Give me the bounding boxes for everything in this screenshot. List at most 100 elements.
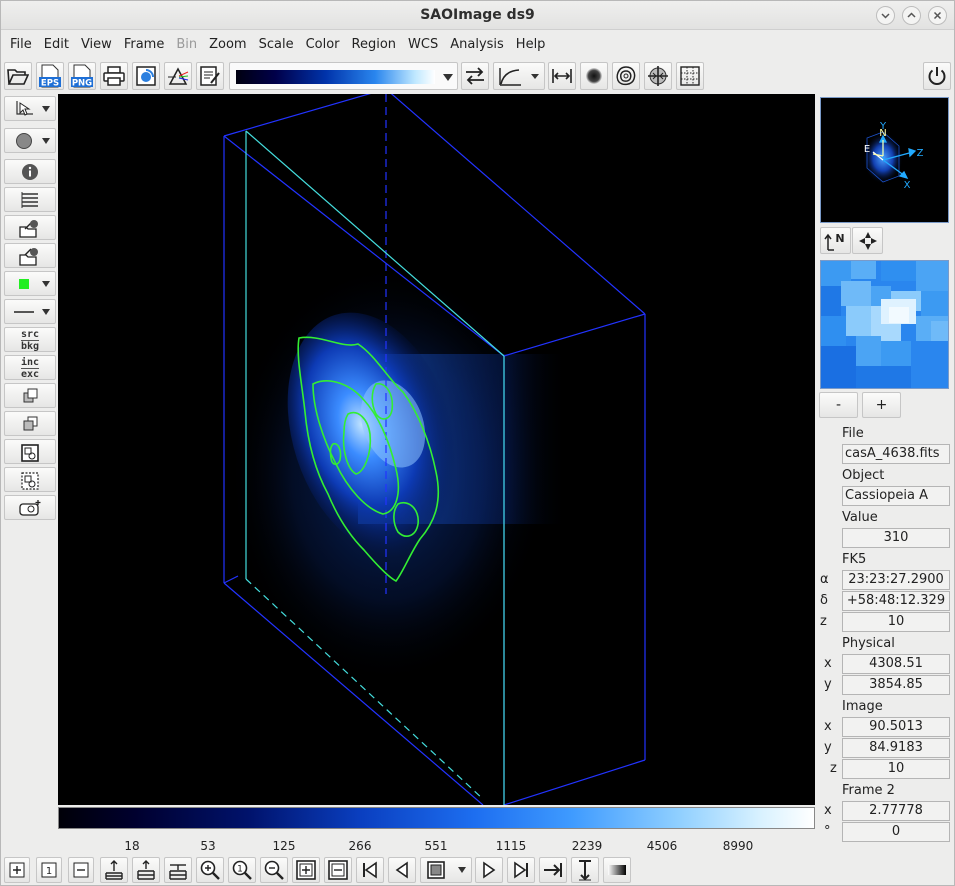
- align-north-button[interactable]: N: [820, 227, 851, 254]
- zoom-1-button[interactable]: 1: [228, 857, 256, 883]
- folder-region-icon: [5, 219, 55, 238]
- open-button[interactable]: [4, 62, 32, 90]
- printer-icon: [103, 66, 125, 86]
- smooth-dot-icon: [586, 68, 602, 84]
- scale-limits-button[interactable]: [548, 62, 576, 90]
- zoom-fit-button[interactable]: [292, 857, 320, 883]
- zoom-frame-button[interactable]: [324, 857, 352, 883]
- region-front-button[interactable]: [4, 383, 56, 408]
- horizontal-layout-button[interactable]: [539, 857, 567, 883]
- last-frame-button[interactable]: [507, 857, 535, 883]
- menu-help[interactable]: Help: [510, 37, 552, 52]
- magnifier-pixels: [821, 261, 948, 388]
- region-info-button[interactable]: [4, 159, 56, 184]
- panner[interactable]: N E Y Z X: [820, 97, 949, 223]
- scale-menu-button[interactable]: [493, 62, 545, 90]
- maximize-button[interactable]: [902, 6, 921, 25]
- backup-button[interactable]: [132, 62, 160, 90]
- save-eps-button[interactable]: EPS: [36, 62, 64, 90]
- exc-label: exc: [20, 368, 40, 380]
- prev-frame-button[interactable]: [388, 857, 416, 883]
- magnifier: [820, 260, 949, 389]
- pan-center-button[interactable]: [852, 227, 883, 254]
- menu-scale[interactable]: Scale: [253, 37, 300, 52]
- minimize-button[interactable]: [876, 6, 895, 25]
- zoom-out-button[interactable]: -: [819, 392, 858, 418]
- frame-label: Frame 2: [842, 783, 895, 798]
- grid-button[interactable]: [676, 62, 704, 90]
- region-load-button[interactable]: [4, 215, 56, 240]
- send-back-icon: [5, 415, 55, 433]
- svg-text:PNG: PNG: [72, 79, 92, 89]
- new-frame-button[interactable]: [4, 857, 30, 883]
- frame-menu-button[interactable]: [420, 857, 472, 883]
- region-list-button[interactable]: [4, 187, 56, 212]
- crosshair-button[interactable]: [644, 62, 672, 90]
- single-frame-button[interactable]: 1: [36, 857, 62, 883]
- region-select-all-button[interactable]: [4, 439, 56, 464]
- colorbar-toggle-button[interactable]: [603, 857, 631, 883]
- menu-edit[interactable]: Edit: [38, 37, 75, 52]
- frame-angle-value: 0: [842, 822, 950, 842]
- axis-z-label: Z: [917, 148, 924, 159]
- value-label: Value: [842, 510, 878, 525]
- zoom-in-bottom-button[interactable]: [196, 857, 224, 883]
- invert-colormap-button[interactable]: [461, 62, 489, 90]
- colormap-preview: [236, 70, 435, 84]
- next-frame-button[interactable]: [475, 857, 503, 883]
- first-frame-button[interactable]: [356, 857, 384, 883]
- prism-icon: [168, 67, 189, 85]
- edit-mode-menu[interactable]: [4, 96, 56, 121]
- colorbar[interactable]: [58, 807, 815, 829]
- quit-button[interactable]: [923, 62, 951, 90]
- menu-analysis[interactable]: Analysis: [444, 37, 510, 52]
- menu-view[interactable]: View: [75, 37, 118, 52]
- region-back-button[interactable]: [4, 411, 56, 436]
- region-color-menu[interactable]: [4, 271, 56, 296]
- cube-first-button[interactable]: [100, 857, 128, 883]
- region-inc-exc-button[interactable]: inc exc: [4, 355, 56, 380]
- region-width-menu[interactable]: [4, 299, 56, 324]
- menu-wcs[interactable]: WCS: [402, 37, 444, 52]
- dec-value: +58:48:12.329: [842, 591, 950, 611]
- zoom-in-button[interactable]: +: [862, 392, 901, 418]
- cube-down-button[interactable]: [164, 857, 192, 883]
- colormap-params-button[interactable]: [164, 62, 192, 90]
- vertical-layout-button[interactable]: [571, 857, 599, 883]
- colormap-selector[interactable]: [229, 62, 458, 90]
- info-icon: [5, 163, 55, 181]
- menu-file[interactable]: File: [4, 37, 38, 52]
- skip-first-icon: [363, 861, 377, 879]
- menu-frame[interactable]: Frame: [118, 37, 171, 52]
- x-symbol: x: [824, 719, 832, 734]
- physical-y-value: 3854.85: [842, 675, 950, 695]
- stack-top-icon: [105, 860, 123, 880]
- magnifier-view: [821, 261, 948, 388]
- notes-button[interactable]: [196, 62, 224, 90]
- delete-frame-button[interactable]: [68, 857, 94, 883]
- zoom-out-bottom-button[interactable]: [260, 857, 288, 883]
- colorbar-tick: 18: [124, 839, 140, 853]
- chevron-down-icon: [881, 13, 890, 19]
- region-save-button[interactable]: [4, 243, 56, 268]
- image-canvas[interactable]: [58, 94, 815, 805]
- menu-color[interactable]: Color: [300, 37, 346, 52]
- bring-front-icon: [5, 387, 55, 405]
- cube-up-button[interactable]: [132, 857, 160, 883]
- smooth-button[interactable]: [580, 62, 608, 90]
- menu-region[interactable]: Region: [346, 37, 403, 52]
- region-select-none-button[interactable]: [4, 467, 56, 492]
- contours-button[interactable]: [612, 62, 640, 90]
- compass-arrows-icon: [858, 231, 877, 250]
- crosshair-icon: [648, 66, 668, 86]
- chevron-down-icon: [42, 106, 50, 112]
- close-button[interactable]: [928, 6, 947, 25]
- save-png-button[interactable]: PNG: [68, 62, 96, 90]
- chevron-down-icon: [443, 74, 453, 81]
- svg-text:EPS: EPS: [41, 79, 59, 89]
- print-button[interactable]: [100, 62, 128, 90]
- region-src-bkg-button[interactable]: src bkg: [4, 327, 56, 352]
- region-shape-menu[interactable]: [4, 128, 56, 153]
- menu-zoom[interactable]: Zoom: [203, 37, 252, 52]
- region-new-group-button[interactable]: [4, 495, 56, 520]
